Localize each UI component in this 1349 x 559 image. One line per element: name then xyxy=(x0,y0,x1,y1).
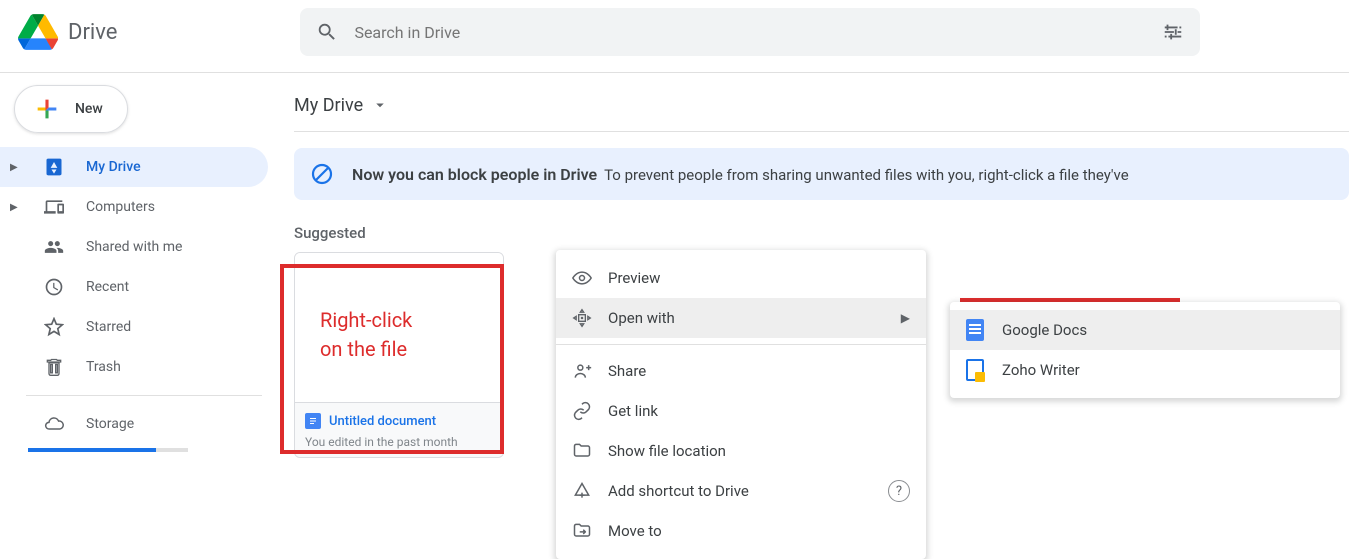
folder-icon xyxy=(572,441,608,461)
zoho-writer-icon xyxy=(966,359,1002,381)
search-options-icon[interactable] xyxy=(1162,21,1184,43)
plus-icon xyxy=(33,95,61,123)
google-docs-icon xyxy=(966,319,1002,341)
trash-icon xyxy=(42,357,66,377)
sidebar-item-label: Starred xyxy=(86,319,131,335)
block-icon xyxy=(310,162,334,186)
sidebar-divider xyxy=(26,395,262,396)
ctx-label: Open with xyxy=(608,309,675,327)
submenu-google-docs[interactable]: Google Docs xyxy=(950,310,1340,350)
help-icon[interactable]: ? xyxy=(888,480,910,502)
breadcrumb-label: My Drive xyxy=(294,95,363,116)
ctx-label: Preview xyxy=(608,269,660,287)
header: Drive xyxy=(0,0,1349,64)
context-menu: Preview Open with ▶ Share Get link Show … xyxy=(556,250,926,559)
star-icon xyxy=(42,317,66,337)
search-bar[interactable] xyxy=(300,8,1200,56)
eye-icon xyxy=(572,268,608,288)
docs-icon xyxy=(305,413,321,429)
sidebar-item-label: My Drive xyxy=(86,159,141,175)
clock-icon xyxy=(42,277,66,297)
drive-logo[interactable] xyxy=(16,12,60,52)
sidebar-item-label: Computers xyxy=(86,199,155,215)
open-with-icon xyxy=(572,308,608,328)
storage-bar xyxy=(28,448,188,452)
ctx-separator xyxy=(556,344,926,345)
sidebar-item-my-drive[interactable]: ▶ My Drive xyxy=(0,147,268,187)
search-icon xyxy=(316,21,338,43)
chevron-down-icon xyxy=(371,96,389,114)
info-banner: Now you can block people in Drive To pre… xyxy=(294,148,1349,200)
chevron-right-icon: ▶ xyxy=(901,311,910,325)
ctx-share[interactable]: Share xyxy=(556,351,926,391)
ctx-label: Share xyxy=(608,362,646,380)
link-icon xyxy=(572,401,608,421)
ctx-move-to[interactable]: Move to xyxy=(556,511,926,551)
annotation-text: Right-clickon the file xyxy=(320,307,412,365)
ctx-preview[interactable]: Preview xyxy=(556,258,926,298)
drive-icon xyxy=(42,157,66,177)
storage-bar-fill xyxy=(28,448,156,452)
search-input[interactable] xyxy=(354,23,1162,42)
expander-icon[interactable]: ▶ xyxy=(10,162,22,173)
new-button-label: New xyxy=(75,101,103,117)
submenu-label: Google Docs xyxy=(1002,321,1087,339)
expander-icon[interactable]: ▶ xyxy=(10,202,22,213)
breadcrumb[interactable]: My Drive xyxy=(294,85,1349,125)
main-divider xyxy=(294,131,1349,132)
sidebar-item-label: Trash xyxy=(86,359,121,375)
suggested-header: Suggested xyxy=(294,224,1349,242)
people-icon xyxy=(42,237,66,257)
card-title: Untitled document xyxy=(329,414,436,429)
cloud-icon xyxy=(42,414,66,434)
move-icon xyxy=(572,521,608,541)
devices-icon xyxy=(42,197,66,217)
new-button[interactable]: New xyxy=(14,85,128,133)
sidebar-item-label: Recent xyxy=(86,279,129,295)
sidebar-item-label: Storage xyxy=(86,416,134,432)
ctx-get-link[interactable]: Get link xyxy=(556,391,926,431)
sidebar-item-trash[interactable]: Trash xyxy=(0,347,268,387)
sidebar-item-label: Shared with me xyxy=(86,239,182,255)
ctx-label: Show file location xyxy=(608,442,726,460)
ctx-add-shortcut[interactable]: Add shortcut to Drive ? xyxy=(556,471,926,511)
card-subtitle: You edited in the past month xyxy=(305,435,493,449)
sidebar-item-starred[interactable]: Starred xyxy=(0,307,268,347)
sidebar-item-recent[interactable]: Recent xyxy=(0,267,268,307)
sidebar: New ▶ My Drive ▶ Computers Shared with m… xyxy=(0,73,280,458)
ctx-label: Move to xyxy=(608,522,662,540)
submenu-zoho-writer[interactable]: Zoho Writer xyxy=(950,350,1340,390)
ctx-open-with[interactable]: Open with ▶ xyxy=(556,298,926,338)
share-icon xyxy=(572,361,608,381)
ctx-show-location[interactable]: Show file location xyxy=(556,431,926,471)
banner-desc: To prevent people from sharing unwanted … xyxy=(604,166,1129,184)
sidebar-item-storage[interactable]: Storage xyxy=(0,404,268,444)
product-name: Drive xyxy=(68,20,117,45)
ctx-label: Get link xyxy=(608,402,658,420)
sidebar-item-shared[interactable]: Shared with me xyxy=(0,227,268,267)
shortcut-icon xyxy=(572,481,608,501)
banner-title: Now you can block people in Drive xyxy=(352,165,597,184)
submenu-label: Zoho Writer xyxy=(1002,361,1080,379)
ctx-label: Add shortcut to Drive xyxy=(608,482,749,500)
open-with-submenu: Google Docs Zoho Writer xyxy=(950,302,1340,398)
sidebar-item-computers[interactable]: ▶ Computers xyxy=(0,187,268,227)
